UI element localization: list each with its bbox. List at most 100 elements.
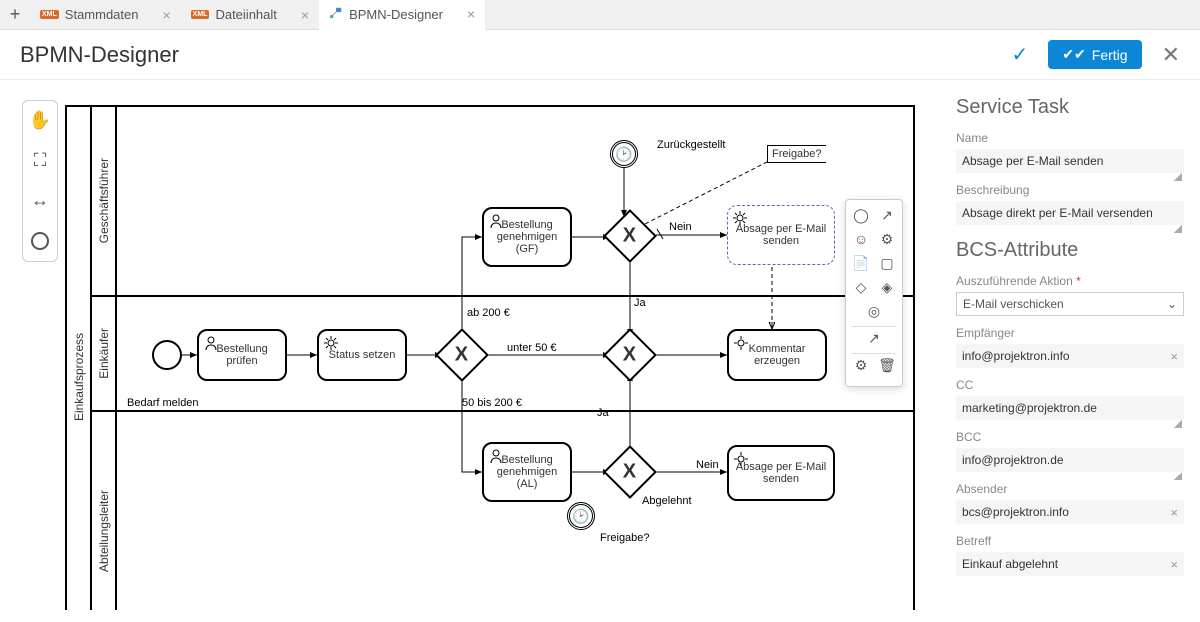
- close-icon[interactable]: ×: [301, 7, 309, 23]
- call-activity-icon[interactable]: ▢: [878, 254, 896, 272]
- space-tool-icon[interactable]: ↔: [23, 181, 57, 221]
- field-label: Beschreibung: [956, 183, 1184, 197]
- edge-label: Ja: [597, 407, 609, 419]
- done-label: Fertig: [1092, 47, 1128, 63]
- delete-icon[interactable]: 🗑: [878, 356, 896, 374]
- page-title: BPMN-Designer: [20, 42, 1012, 68]
- edge-label: Zurückgestellt: [657, 139, 725, 151]
- lasso-tool-icon[interactable]: ⛶: [23, 141, 57, 181]
- intermediate-event-icon[interactable]: ◎: [865, 302, 883, 320]
- user-task-approve-gf[interactable]: Bestellung genehmigen (GF): [482, 207, 572, 267]
- script-task-icon[interactable]: 📄: [852, 254, 870, 272]
- gear-icon: [733, 451, 749, 467]
- annotation-label: Freigabe?: [600, 532, 650, 544]
- edge-label: Ja: [634, 297, 646, 309]
- lane-gf[interactable]: Geschäftsführer: [92, 107, 913, 297]
- subject-input[interactable]: [956, 552, 1184, 576]
- field-label: Betreff: [956, 534, 1184, 548]
- user-task-check[interactable]: Bestellung prüfen: [197, 329, 287, 381]
- cc-input[interactable]: [956, 396, 1184, 420]
- panel-heading: Service Task: [956, 96, 1184, 119]
- gear-icon: [732, 210, 748, 226]
- user-icon: [488, 448, 504, 464]
- user-icon: [203, 335, 219, 351]
- timer-event[interactable]: 🕑: [567, 502, 595, 530]
- edge-label: 50 bis 200 €: [462, 397, 522, 409]
- service-task-icon[interactable]: ⚙: [878, 230, 896, 248]
- recipient-input[interactable]: [956, 344, 1184, 368]
- user-task-icon[interactable]: ☺: [852, 230, 870, 248]
- sequence-flow-icon[interactable]: ↗: [865, 329, 883, 347]
- edge-label: Abgelehnt: [642, 495, 692, 507]
- done-button[interactable]: ✔✔ Fertig: [1048, 40, 1141, 69]
- resize-icon[interactable]: [1174, 420, 1182, 428]
- lane-label: Abteilungsleiter: [92, 412, 117, 610]
- clear-icon[interactable]: ×: [1170, 557, 1178, 572]
- tab-label: Stammdaten: [65, 7, 139, 22]
- start-event-icon[interactable]: [23, 221, 57, 261]
- lane-label: Einkäufer: [92, 297, 117, 410]
- user-icon: [488, 213, 504, 229]
- palette: ✋ ⛶ ↔: [22, 100, 58, 262]
- service-task-status[interactable]: Status setzen: [317, 329, 407, 381]
- resize-icon[interactable]: [1174, 173, 1182, 181]
- tab-label: BPMN-Designer: [349, 7, 443, 22]
- tab-bar: + XML Stammdaten × XML Dateiinhalt × BPM…: [0, 0, 1200, 30]
- resize-icon[interactable]: [1174, 472, 1182, 480]
- description-input[interactable]: [956, 201, 1184, 225]
- start-event[interactable]: [152, 340, 182, 370]
- pool-label: Einkaufsprozess: [67, 107, 92, 610]
- field-label: CC: [956, 378, 1184, 392]
- check-all-icon: ✔✔: [1062, 46, 1085, 63]
- main-area: ✋ ⛶ ↔ Einkaufsprozess Geschäftsführer Ei…: [0, 80, 1200, 610]
- close-icon[interactable]: ✕: [1162, 42, 1180, 68]
- service-task-reject-selected[interactable]: Absage per E-Mail senden: [727, 205, 835, 265]
- bpmn-pool[interactable]: Einkaufsprozess Geschäftsführer Einkäufe…: [65, 105, 915, 610]
- gateway-parallel-icon[interactable]: ◈: [878, 278, 896, 296]
- service-task-reject-al[interactable]: Absage per E-Mail senden: [727, 445, 835, 501]
- tab-bpmn[interactable]: BPMN-Designer ×: [319, 0, 485, 30]
- bcc-input[interactable]: [956, 448, 1184, 472]
- action-select[interactable]: E-Mail verschicken⌄: [956, 292, 1184, 316]
- clear-icon[interactable]: ×: [1170, 505, 1178, 520]
- user-task-approve-al[interactable]: Bestellung genehmigen (AL): [482, 442, 572, 502]
- chevron-down-icon: ⌄: [1167, 297, 1177, 311]
- close-icon[interactable]: ×: [162, 7, 170, 23]
- hand-tool-icon[interactable]: ✋: [23, 101, 57, 141]
- resize-icon[interactable]: [1174, 225, 1182, 233]
- clear-icon[interactable]: ×: [1170, 349, 1178, 364]
- confirm-icon[interactable]: ✓: [1012, 42, 1029, 67]
- add-tab-button[interactable]: +: [0, 4, 30, 25]
- service-task-comment[interactable]: Kommentar erzeugen: [727, 329, 827, 381]
- connect-icon[interactable]: ↗: [878, 206, 896, 224]
- text-annotation[interactable]: Freigabe?: [767, 145, 826, 163]
- tab-stammdaten[interactable]: XML Stammdaten ×: [30, 0, 181, 30]
- edge-label: Nein: [669, 221, 692, 233]
- field-label: BCC: [956, 430, 1184, 444]
- end-event-icon[interactable]: ◯: [852, 206, 870, 224]
- sender-input[interactable]: [956, 500, 1184, 524]
- start-event-label: Bedarf melden: [127, 397, 199, 409]
- name-input[interactable]: [956, 149, 1184, 173]
- edge-label: ab 200 €: [467, 307, 510, 319]
- edge-label: unter 50 €: [507, 342, 557, 354]
- gear-icon: [323, 335, 339, 351]
- gateway-xor-icon[interactable]: ◇: [852, 278, 870, 296]
- xml-icon: XML: [191, 10, 210, 19]
- gear-icon: [733, 335, 749, 351]
- tab-dateiinhalt[interactable]: XML Dateiinhalt ×: [181, 0, 319, 30]
- field-label: Name: [956, 131, 1184, 145]
- field-label: Empfänger: [956, 326, 1184, 340]
- close-icon[interactable]: ×: [467, 6, 475, 22]
- xml-icon: XML: [40, 10, 59, 19]
- panel-subheading: BCS-Attribute: [956, 239, 1184, 262]
- properties-panel: Service Task Name Beschreibung BCS-Attri…: [940, 80, 1200, 610]
- diagram-canvas[interactable]: ✋ ⛶ ↔ Einkaufsprozess Geschäftsführer Ei…: [0, 80, 940, 610]
- edge-label: Nein: [696, 459, 719, 471]
- node-context-menu: ◯ ↗ ☺ ⚙ 📄 ▢ ◇ ◈ ◎ ↗ ⚙ 🗑: [845, 199, 903, 387]
- tab-label: Dateiinhalt: [215, 7, 276, 22]
- field-label: Auszuführende Aktion *: [956, 274, 1184, 288]
- lane-label: Geschäftsführer: [92, 107, 117, 295]
- settings-icon[interactable]: ⚙: [852, 356, 870, 374]
- timer-event[interactable]: 🕑: [610, 140, 638, 168]
